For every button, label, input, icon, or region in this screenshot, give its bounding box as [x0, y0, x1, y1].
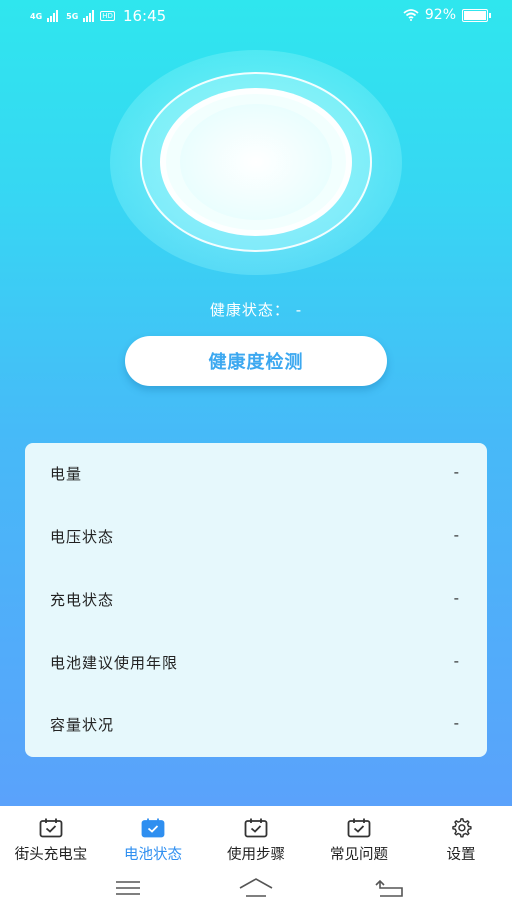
tab-label: 常见问题: [330, 847, 388, 863]
info-value: -: [453, 463, 459, 481]
tab-usage-steps[interactable]: 使用步骤: [206, 806, 306, 870]
calendar-check-icon: [244, 818, 268, 838]
info-value: -: [453, 714, 459, 732]
info-label: 充电状态: [50, 591, 115, 609]
tab-label: 街头充电宝: [14, 847, 88, 863]
signal-icon: [47, 10, 59, 22]
tab-label: 电池状态: [124, 847, 182, 863]
home-icon[interactable]: [236, 876, 276, 900]
calendar-check-icon: [347, 818, 371, 838]
info-value: -: [453, 526, 459, 544]
info-value: -: [453, 652, 459, 670]
clock: 16:45: [122, 7, 167, 25]
health-status: 健康状态： -: [0, 299, 512, 320]
tab-faq[interactable]: 常见问题: [309, 806, 409, 870]
tab-street-power-bank[interactable]: 街头充电宝: [1, 806, 101, 870]
info-label: 容量状况: [50, 716, 115, 734]
info-row-lifespan: 电池建议使用年限 -: [25, 648, 487, 678]
info-row-charging: 充电状态 -: [25, 585, 487, 615]
health-status-label: 健康状态：: [209, 301, 290, 319]
system-navigation-bar: [0, 870, 512, 910]
menu-icon[interactable]: [108, 876, 148, 900]
tab-label: 使用步骤: [227, 847, 285, 863]
info-row-voltage: 电压状态 -: [25, 522, 487, 552]
info-label: 电压状态: [50, 528, 115, 546]
battery-info-card: 电量 - 电压状态 - 充电状态 - 电池建议使用年限 - 容量状况 -: [25, 443, 487, 757]
signal-icon: [83, 10, 95, 22]
hd-voice-badge: HD: [100, 11, 115, 21]
bottom-tab-bar: 街头充电宝 电池状态 使用步骤 常见问题 设置: [0, 806, 512, 870]
wifi-icon: [403, 9, 419, 21]
back-icon[interactable]: [370, 876, 410, 900]
network-4g-label: 4G: [30, 11, 43, 21]
gear-icon: [452, 818, 472, 838]
tab-battery-status[interactable]: 电池状态: [103, 806, 203, 870]
battery-gauge-core: [180, 104, 332, 220]
battery-status-screen: 4G 5G HD 16:45 92% 健康状态： - 健康度检测 电量 - 电压…: [0, 0, 512, 806]
health-status-value: -: [295, 301, 303, 319]
network-5g-label: 5G: [66, 11, 79, 21]
health-check-button[interactable]: 健康度检测: [125, 336, 387, 386]
info-row-capacity: 容量状况 -: [25, 710, 487, 740]
status-bar: 4G 5G HD 16:45 92%: [0, 0, 512, 32]
info-value: -: [453, 589, 459, 607]
tab-settings[interactable]: 设置: [411, 806, 511, 870]
battery-icon: [462, 8, 491, 22]
tab-label: 设置: [446, 847, 476, 863]
info-label: 电池建议使用年限: [50, 654, 179, 672]
battery-percent: 92%: [424, 7, 456, 23]
info-label: 电量: [50, 465, 83, 483]
calendar-check-icon: [141, 818, 165, 838]
info-row-charge: 电量 -: [25, 459, 487, 489]
calendar-check-icon: [39, 818, 63, 838]
